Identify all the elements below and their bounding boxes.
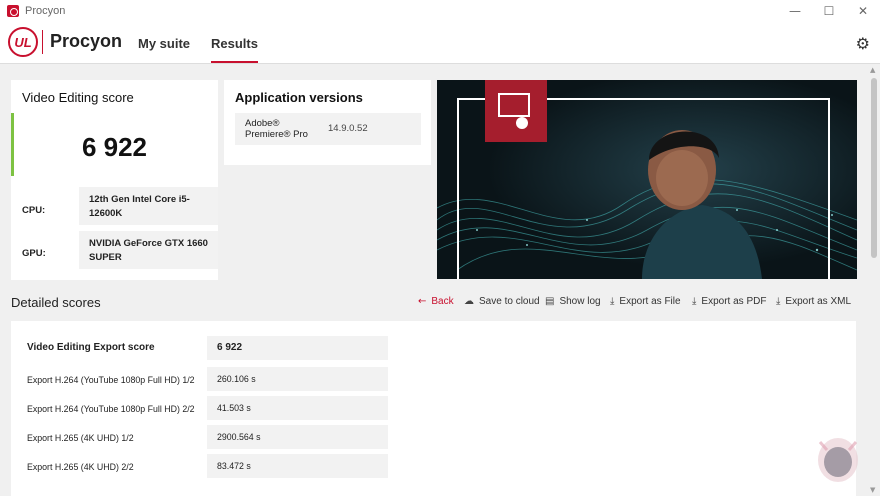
app-name: Adobe® Premiere® Pro (245, 118, 308, 141)
arrow-left-icon: ← (418, 296, 427, 307)
mascot-watermark-icon (818, 438, 858, 482)
document-icon: ▤ (545, 296, 555, 307)
row-label: Video Editing Export score (27, 342, 155, 353)
tab-my-suite[interactable]: My suite (138, 36, 190, 51)
gear-icon[interactable]: ⚙ (856, 34, 870, 53)
video-editing-hero-image (437, 80, 857, 279)
download-icon: ⤓ (776, 296, 781, 307)
video-editing-score-card: Video Editing score 6 922 CPU: 12th Gen … (11, 80, 218, 280)
tab-results[interactable]: Results (211, 36, 258, 63)
back-button[interactable]: ← Back (418, 296, 454, 307)
row-value: 2900.564 s (207, 425, 388, 449)
export-as-xml-label: Export as XML (785, 296, 852, 307)
scroll-up-arrow-icon[interactable]: ▲ (870, 66, 875, 74)
detailed-scores-panel: Video Editing Export score 6 922 Export … (11, 321, 856, 496)
gpu-value: NVIDIA GeForce GTX 1660 SUPER (79, 231, 218, 269)
row-value: 6 922 (207, 336, 388, 360)
row-value: 83.472 s (207, 454, 388, 478)
row-value: 260.106 s (207, 367, 388, 391)
minimize-button[interactable]: — (778, 0, 812, 22)
application-versions-card: Application versions Adobe® Premiere® Pr… (224, 80, 431, 165)
row-label: Export H.264 (YouTube 1080p Full HD) 1/2 (27, 375, 195, 385)
procyon-app-icon (7, 5, 19, 17)
export-as-file-label: Export as File (619, 296, 681, 307)
scroll-thumb[interactable] (871, 78, 877, 258)
vertical-scrollbar[interactable]: ▲ ▼ (868, 64, 880, 496)
video-editing-score-value: 6 922 (81, 132, 148, 162)
detailed-scores-title: Detailed scores (11, 295, 101, 310)
app-versions-title: Application versions (235, 90, 363, 105)
logo-divider (42, 30, 43, 54)
title-bar: Procyon — ☐ ✕ (0, 0, 880, 22)
app-version: 14.9.0.52 (328, 123, 368, 134)
export-as-pdf-button[interactable]: ⤓ Export as PDF (692, 296, 766, 307)
window-title: Procyon (25, 5, 66, 17)
window-controls: — ☐ ✕ (778, 0, 880, 22)
ul-logo: UL (8, 27, 38, 57)
save-to-cloud-label: Save to cloud (479, 296, 540, 307)
row-label: Export H.264 (YouTube 1080p Full HD) 2/2 (27, 404, 195, 414)
show-log-label: Show log (559, 296, 601, 307)
export-as-xml-button[interactable]: ⤓ Export as XML (776, 296, 851, 307)
app-version-row: Adobe® Premiere® Pro 14.9.0.52 (235, 113, 421, 145)
download-icon: ⤓ (692, 296, 697, 307)
export-as-pdf-label: Export as PDF (701, 296, 767, 307)
cpu-label: CPU: (22, 205, 46, 216)
app-header: UL Procyon My suite Results ⚙ (0, 22, 880, 64)
close-button[interactable]: ✕ (846, 0, 880, 22)
score-card-title: Video Editing score (22, 90, 134, 105)
download-icon: ⤓ (610, 296, 615, 307)
export-as-file-button[interactable]: ⤓ Export as File (610, 296, 681, 307)
cloud-upload-icon: ☁ (464, 296, 474, 307)
maximize-button[interactable]: ☐ (812, 0, 846, 22)
back-label: Back (431, 296, 454, 307)
row-label: Export H.265 (4K UHD) 2/2 (27, 462, 134, 472)
row-label: Export H.265 (4K UHD) 1/2 (27, 433, 134, 443)
brand-name: Procyon (50, 31, 123, 51)
gpu-label: GPU: (22, 248, 46, 259)
save-to-cloud-button[interactable]: ☁ Save to cloud (464, 296, 540, 307)
row-value: 41.503 s (207, 396, 388, 420)
scroll-down-arrow-icon[interactable]: ▼ (870, 486, 875, 494)
show-log-button[interactable]: ▤ Show log (545, 296, 601, 307)
cpu-value: 12th Gen Intel Core i5-12600K (79, 187, 218, 225)
